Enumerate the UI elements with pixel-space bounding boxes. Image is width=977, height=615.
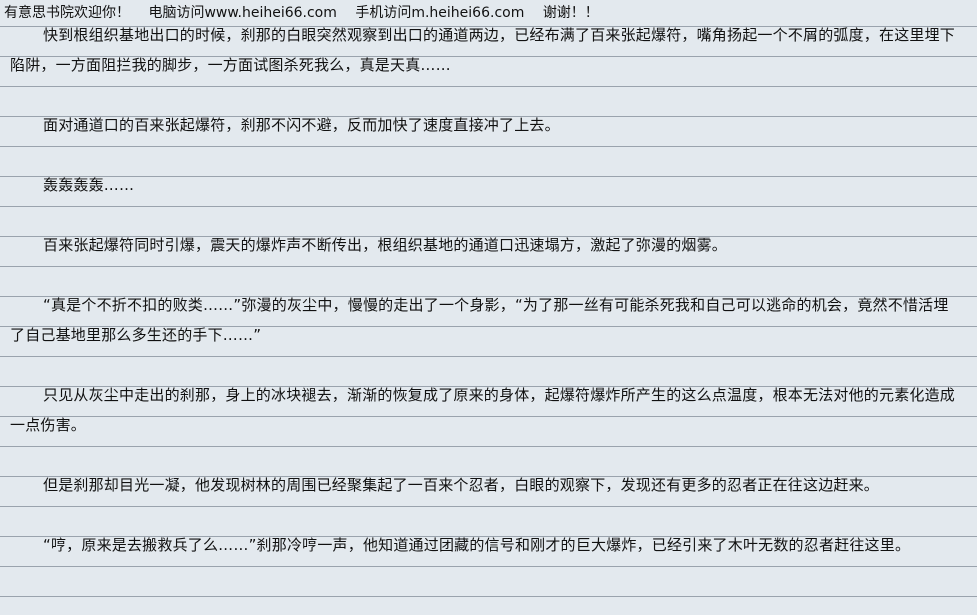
reader-page: 有意思书院欢迎你！ 电脑访问www.heihei66.com 手机访问m.hei… — [0, 0, 977, 615]
pc-visit-text: 电脑访问www.heihei66.com — [148, 5, 337, 21]
paragraph: 轰轰轰轰…… — [43, 176, 135, 194]
paragraph: 但是刹那却目光一凝，他发现树林的周围已经聚集起了一百来个忍者，白眼的观察下，发现… — [43, 476, 880, 494]
paragraph: 快到根组织基地出口的时候，刹那的白眼突然观察到出口的通道两边，已经布满了百来张起… — [10, 26, 956, 74]
paragraph: 百来张起爆符同时引爆，震天的爆炸声不断传出，根组织基地的通道口迅速塌方，激起了弥… — [43, 236, 728, 254]
paragraph: “真是个不折不扣的败类……”弥漫的灰尘中，慢慢的走出了一个身影，“为了那一丝有可… — [10, 296, 949, 344]
welcome-text: 有意思书院欢迎你！ — [4, 5, 130, 21]
thanks-text: 谢谢！！ — [542, 5, 599, 21]
mobile-visit-text: 手机访问m.heihei66.com — [355, 5, 525, 21]
paragraph: “哼，原来是去搬救兵了么……”刹那冷哼一声，他知道通过团藏的信号和刚才的巨大爆炸… — [43, 536, 911, 554]
chapter-content: 快到根组织基地出口的时候，刹那的白眼突然观察到出口的通道两边，已经布满了百来张起… — [10, 20, 960, 560]
paragraph: 只见从灰尘中走出的刹那，身上的冰块褪去，渐渐的恢复成了原来的身体，起爆符爆炸所产… — [10, 386, 956, 434]
paragraph: 面对通道口的百来张起爆符，刹那不闪不避，反而加快了速度直接冲了上去。 — [43, 116, 560, 134]
